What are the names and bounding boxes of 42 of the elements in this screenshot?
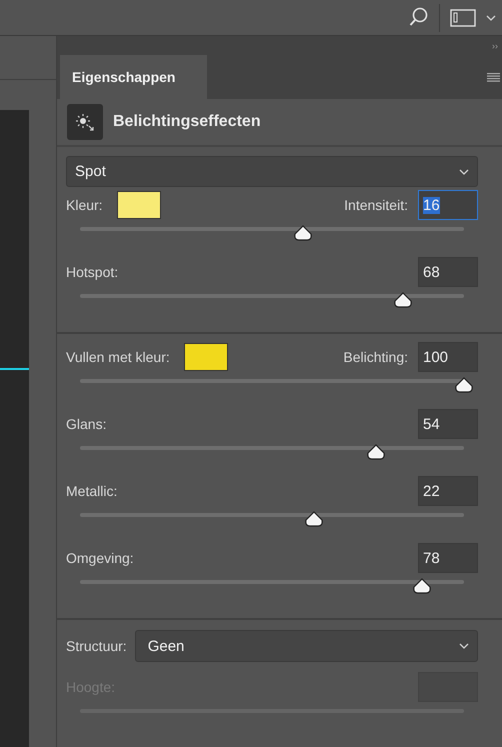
panel-title: Belichtingseffecten (113, 113, 261, 131)
slider-thumb[interactable] (304, 511, 324, 527)
value-field[interactable]: 78 (418, 543, 478, 573)
parameter-label: Intensiteit: (344, 197, 408, 213)
guide-line (0, 368, 29, 370)
caret-icon (459, 643, 469, 649)
structure-label: Structuur: (66, 638, 127, 654)
parameter-label: Vullen met kleur: (66, 349, 170, 365)
slider-thumb[interactable] (292, 225, 313, 241)
light-type-dropdown[interactable]: Spot (66, 156, 478, 187)
parameter-label: Hotspot: (66, 264, 118, 280)
selected-value: 100 (423, 348, 448, 366)
selected-value: 68 (423, 264, 440, 280)
caret-icon (486, 14, 496, 20)
value-field[interactable]: 16 (418, 190, 478, 220)
collapse-glyph[interactable]: ›› (492, 40, 498, 50)
parameter-label: Omgeving: (66, 550, 134, 566)
value-field[interactable]: 68 (418, 257, 478, 287)
selected-value: 78 (423, 550, 440, 566)
value-field[interactable]: 22 (418, 476, 478, 506)
search-icon[interactable] (409, 6, 429, 28)
light-icon (67, 104, 103, 140)
parameter-label: Glans: (66, 416, 106, 432)
selected-value: 16 (423, 196, 440, 214)
parameter-label: Metallic: (66, 483, 118, 499)
workspace-icon[interactable] (450, 8, 476, 26)
parameter-label: Kleur: (66, 197, 103, 213)
panel-tab[interactable]: Eigenschappen (60, 55, 207, 99)
slider-thumb[interactable] (454, 377, 474, 393)
menu-icon[interactable] (487, 72, 500, 82)
slider-thumb[interactable] (412, 578, 432, 594)
value-field[interactable]: 100 (418, 342, 478, 372)
color-swatch[interactable] (116, 191, 161, 219)
color-swatch[interactable] (184, 343, 228, 371)
slider-thumb[interactable] (366, 444, 386, 460)
selected-value: 22 (423, 482, 440, 500)
selected-value: 54 (423, 416, 440, 432)
value-field[interactable]: 54 (418, 409, 478, 439)
parameter-label: Belichting: (343, 349, 408, 365)
slider-thumb[interactable] (392, 292, 413, 308)
caret-icon (459, 168, 469, 174)
structure-dropdown[interactable]: Geen (134, 630, 478, 662)
